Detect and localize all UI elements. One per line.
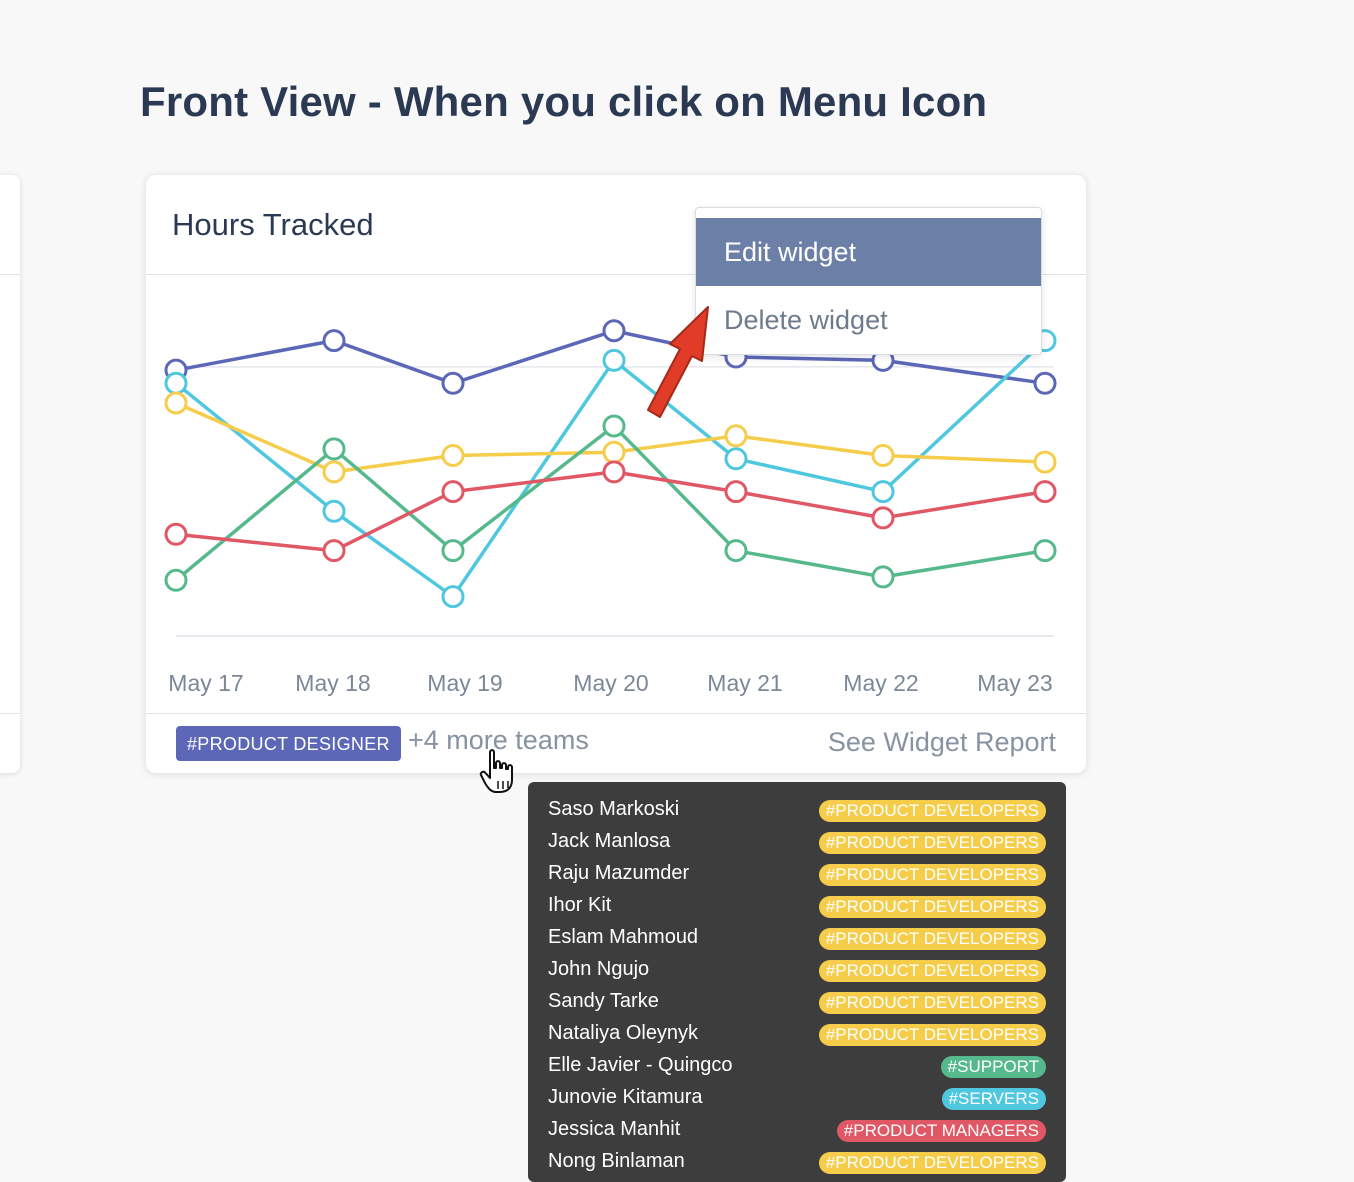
series-5-point	[724, 480, 748, 504]
member-team-badge: #PRODUCT MANAGERS	[836, 1120, 1046, 1142]
series-3-point	[441, 444, 465, 467]
series-2-point	[322, 499, 346, 523]
series-4-point	[1033, 539, 1057, 563]
member-name: Sandy Tarke	[548, 990, 659, 1012]
series-1-point	[322, 329, 346, 353]
x-axis-tick-label: May 17	[168, 670, 243, 696]
member-team-badge: #PRODUCT DEVELOPERS	[818, 864, 1046, 886]
team-tag-product-designer[interactable]: #PRODUCT DESIGNER	[176, 726, 401, 761]
series-5-point	[871, 506, 895, 530]
series-5-point	[441, 480, 465, 504]
member-team-badge: #SUPPORT	[940, 1056, 1046, 1078]
series-5-point	[322, 539, 346, 563]
series-3-point	[164, 391, 188, 415]
delete-widget-menu-item[interactable]: Delete widget	[696, 286, 1041, 354]
x-axis-tick-label: May 21	[707, 670, 782, 696]
series-3-point	[602, 440, 626, 464]
team-member-row: Eslam Mahmoud #PRODUCT DEVELOPERS	[548, 922, 1046, 954]
team-members-popup: Saso Markoski #PRODUCT DEVELOPERS Jack Man…	[528, 782, 1066, 1182]
series-1-point	[441, 371, 465, 395]
x-axis-tick-label: May 18	[295, 670, 370, 696]
series-4-point	[724, 539, 748, 563]
adjacent-card-header-divider	[0, 274, 20, 275]
team-member-row: Nong Binlaman #PRODUCT DEVELOPERS	[548, 1146, 1046, 1178]
team-member-row: Sandy Tarke #PRODUCT DEVELOPERS	[548, 986, 1046, 1018]
series-4-point	[164, 568, 188, 592]
series-2-point	[164, 371, 188, 395]
member-team-badge: #PRODUCT DEVELOPERS	[818, 800, 1046, 822]
x-axis-tick-label: May 22	[843, 670, 918, 696]
series-3-point	[724, 424, 748, 448]
member-name: Eslam Mahmoud	[548, 926, 699, 948]
member-team-badge: #PRODUCT DEVELOPERS	[818, 960, 1046, 982]
series-line-5	[175, 470, 1046, 553]
member-name: Elle Javier - Quingco	[548, 1054, 733, 1076]
series-5-point	[164, 522, 188, 546]
x-axis-tick-label: May 23	[977, 670, 1052, 696]
see-widget-report-link[interactable]: See Widget Report	[828, 727, 1056, 758]
series-2-point	[602, 348, 626, 372]
member-team-badge: #PRODUCT DEVELOPERS	[818, 832, 1046, 854]
series-3-point	[322, 460, 346, 484]
series-2-point	[871, 480, 895, 504]
series-2-point	[724, 447, 748, 471]
series-3-point	[871, 444, 895, 467]
member-name: Saso Markoski	[548, 798, 680, 820]
member-name: Junovie Kitamura	[548, 1086, 703, 1108]
member-name: John Ngujo	[548, 958, 650, 980]
series-4-point	[322, 437, 346, 461]
series-1-point	[1033, 371, 1057, 395]
series-2-point	[441, 585, 465, 609]
widget-context-menu: Edit widget Delete widget	[695, 207, 1042, 355]
member-name: Nong Binlaman	[548, 1150, 685, 1172]
series-4-point	[441, 539, 465, 563]
series-3-point	[1033, 450, 1057, 474]
adjacent-widget-card	[0, 175, 20, 773]
adjacent-card-footer-divider	[0, 713, 20, 714]
member-name: Jessica Manhit	[548, 1118, 681, 1140]
team-member-row: Jack Manlosa #PRODUCT DEVELOPERS	[548, 826, 1046, 858]
hand-pointer-cursor-icon	[479, 749, 513, 793]
page-title: Front View - When you click on Menu Icon	[140, 78, 988, 125]
series-4-point	[871, 565, 895, 589]
member-team-badge: #SERVERS	[941, 1088, 1046, 1110]
team-member-row: Ihor Kit #PRODUCT DEVELOPERS	[548, 890, 1046, 922]
team-member-row: Elle Javier - Quingco #SUPPORT	[548, 1050, 1046, 1082]
member-team-badge: #PRODUCT DEVELOPERS	[818, 896, 1046, 918]
x-axis-tick-label: May 20	[573, 670, 648, 696]
edit-widget-menu-item[interactable]: Edit widget	[696, 218, 1041, 286]
red-arrow-annotation	[647, 306, 709, 418]
team-member-row: John Ngujo #PRODUCT DEVELOPERS	[548, 954, 1046, 986]
member-name: Nataliya Oleynyk	[548, 1022, 699, 1044]
series-5-point	[1033, 480, 1057, 504]
widget-footer-divider	[146, 713, 1086, 714]
team-member-row: Nataliya Oleynyk #PRODUCT DEVELOPERS	[548, 1018, 1046, 1050]
team-member-row: Junovie Kitamura #SERVERS	[548, 1082, 1046, 1114]
member-team-badge: #PRODUCT DEVELOPERS	[818, 992, 1046, 1014]
series-5-point	[602, 460, 626, 484]
team-member-row: Raju Mazumder #PRODUCT DEVELOPERS	[548, 858, 1046, 890]
member-name: Ihor Kit	[548, 894, 612, 916]
series-1-point	[602, 319, 626, 343]
member-team-badge: #PRODUCT DEVELOPERS	[818, 1024, 1046, 1046]
series-4-point	[602, 414, 626, 438]
member-team-badge: #PRODUCT DEVELOPERS	[818, 928, 1046, 950]
member-team-badge: #PRODUCT DEVELOPERS	[818, 1152, 1046, 1174]
team-member-row: Saso Markoski #PRODUCT DEVELOPERS	[548, 794, 1046, 826]
member-name: Jack Manlosa	[548, 830, 671, 852]
team-member-row: Jessica Manhit #PRODUCT MANAGERS	[548, 1114, 1046, 1146]
member-name: Raju Mazumder	[548, 862, 690, 884]
x-axis-tick-label: May 19	[427, 670, 502, 696]
